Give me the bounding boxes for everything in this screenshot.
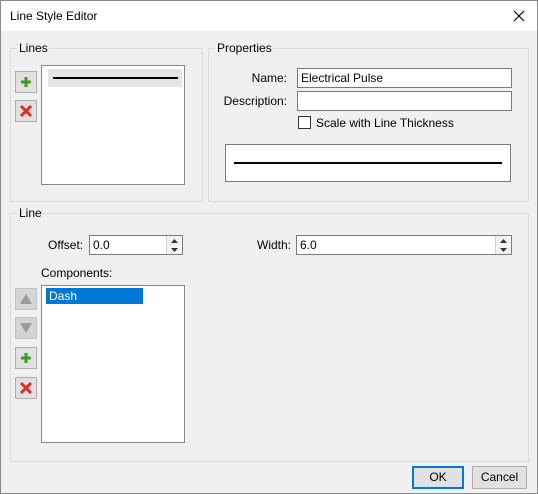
delete-icon — [19, 104, 33, 118]
line-group-label: Line — [17, 206, 44, 220]
remove-component-button[interactable] — [15, 377, 37, 399]
width-label: Width: — [257, 238, 292, 252]
triangle-up-icon — [499, 238, 507, 243]
properties-group-label: Properties — [215, 41, 274, 55]
description-field[interactable] — [297, 91, 512, 111]
offset-decrease-button[interactable] — [167, 245, 181, 254]
name-label: Name: — [251, 71, 287, 85]
close-icon — [513, 10, 525, 22]
width-increase-button[interactable] — [496, 236, 510, 245]
line-preview-box — [225, 144, 511, 182]
offset-spin-arrows[interactable] — [166, 236, 182, 254]
line-preview — [234, 162, 502, 164]
title-bar: Line Style Editor — [1, 1, 537, 31]
list-item[interactable] — [48, 69, 182, 87]
plus-icon — [21, 77, 31, 87]
scale-checkbox[interactable] — [298, 116, 311, 129]
components-label: Components: — [41, 266, 113, 280]
window-title: Line Style Editor — [10, 9, 98, 23]
close-button[interactable] — [501, 1, 537, 31]
triangle-up-icon — [170, 238, 178, 243]
delete-icon — [19, 381, 33, 395]
description-label: Description: — [223, 94, 287, 108]
offset-increase-button[interactable] — [167, 236, 181, 245]
offset-label: Offset: — [48, 238, 84, 252]
list-item[interactable]: Dash — [46, 288, 143, 304]
components-list[interactable]: Dash — [41, 285, 185, 443]
plus-icon — [21, 353, 31, 363]
move-down-button[interactable] — [15, 317, 37, 339]
arrow-down-icon — [20, 323, 32, 333]
lines-group-label: Lines — [17, 41, 50, 55]
line-preview — [53, 77, 178, 79]
width-spin-arrows[interactable] — [495, 236, 511, 254]
width-stepper[interactable]: 6.0 — [296, 235, 512, 255]
offset-stepper[interactable]: 0.0 — [89, 235, 183, 255]
width-decrease-button[interactable] — [496, 245, 510, 254]
line-style-editor-window: Line Style Editor Lines Properties Name:… — [0, 0, 538, 494]
width-value: 6.0 — [300, 238, 317, 252]
add-component-button[interactable] — [15, 347, 37, 369]
ok-button[interactable]: OK — [412, 466, 464, 489]
triangle-down-icon — [170, 247, 178, 252]
move-up-button[interactable] — [15, 288, 37, 310]
name-field[interactable]: Electrical Pulse — [297, 68, 512, 88]
cancel-button[interactable]: Cancel — [472, 466, 527, 489]
lines-list[interactable] — [41, 65, 185, 185]
arrow-up-icon — [20, 294, 32, 304]
add-line-button[interactable] — [15, 71, 37, 93]
scale-checkbox-label: Scale with Line Thickness — [316, 116, 454, 130]
remove-line-button[interactable] — [15, 100, 37, 122]
triangle-down-icon — [499, 247, 507, 252]
offset-value: 0.0 — [93, 238, 110, 252]
